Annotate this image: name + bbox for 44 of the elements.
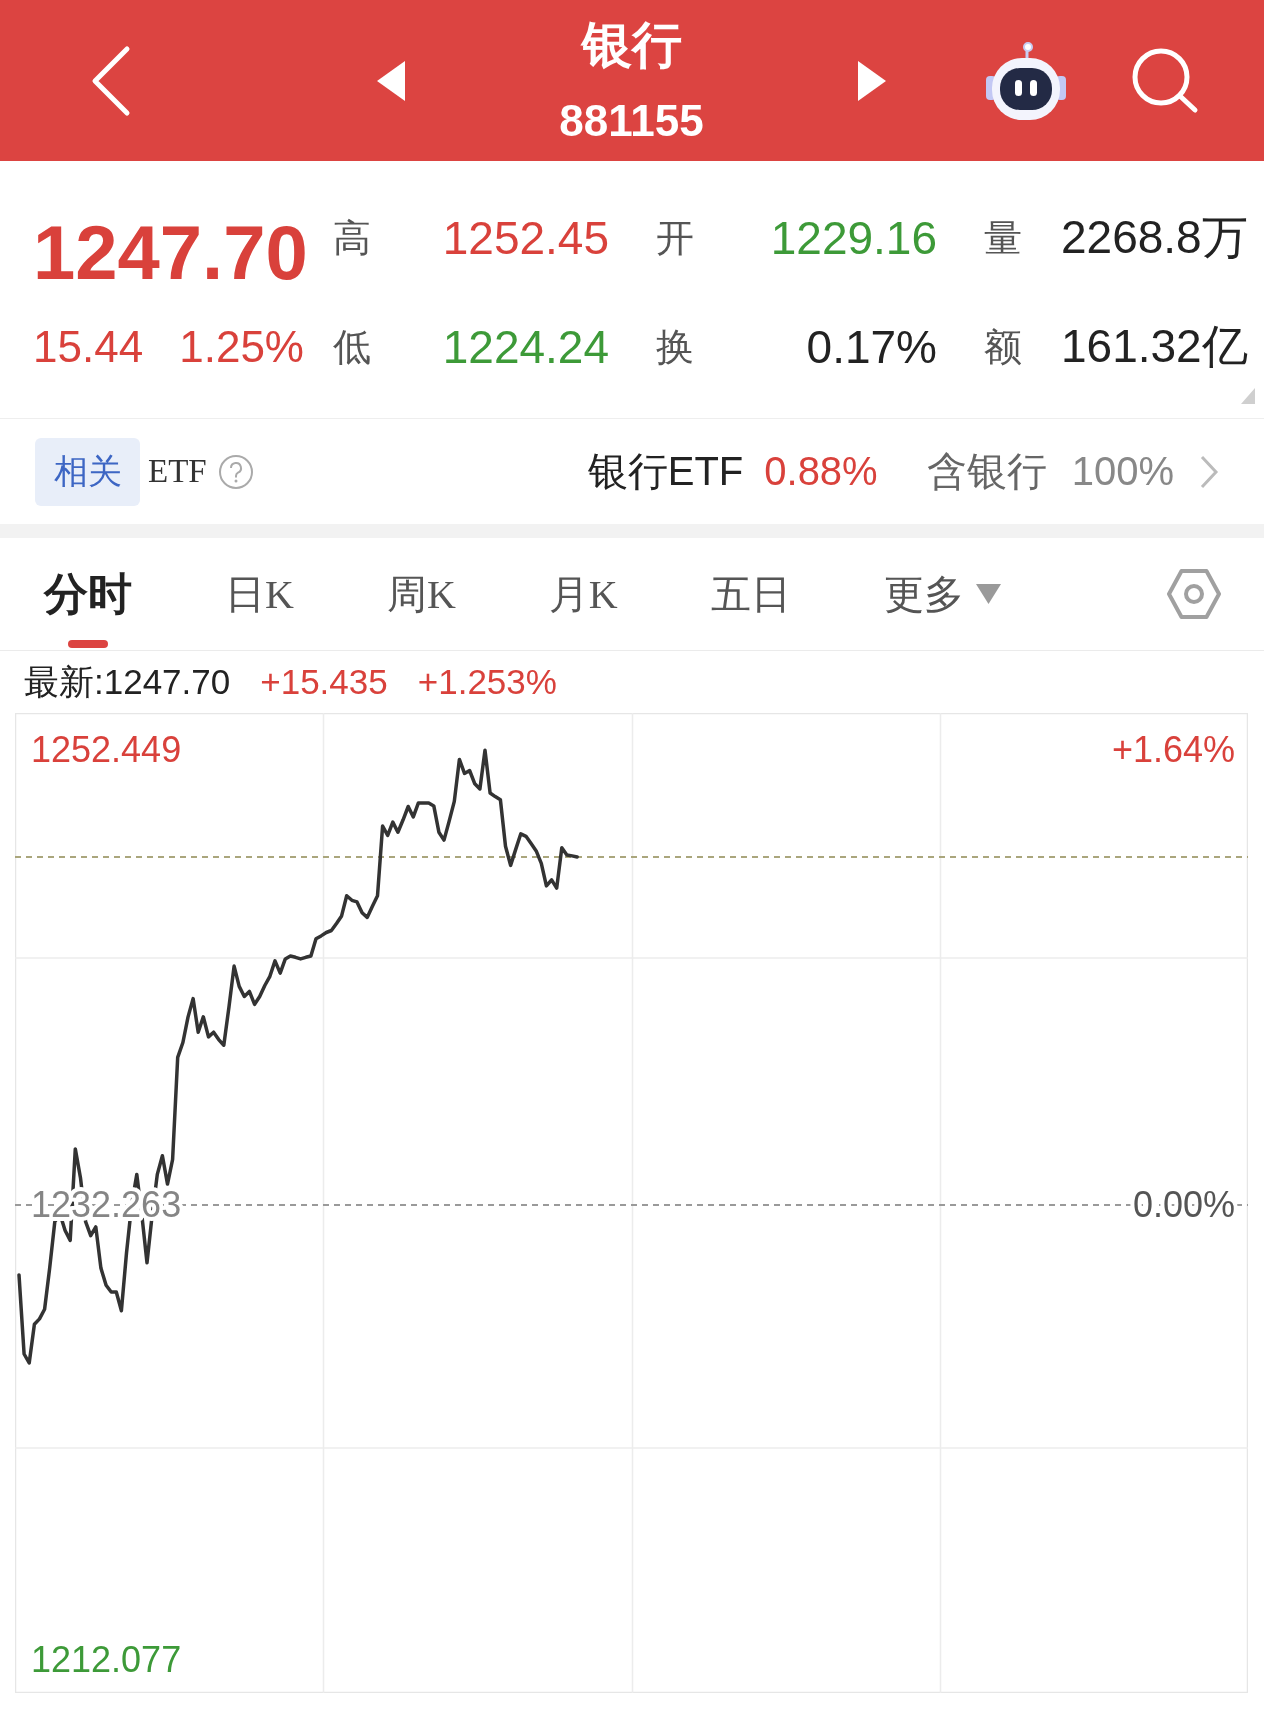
holding-label: 含银行 (926, 448, 1047, 495)
tab-underline (68, 640, 108, 648)
percent-axis-label: 0.00% (1132, 1184, 1235, 1226)
tab[interactable]: 更多 (883, 538, 1001, 650)
y-axis-label: 1252.449 (31, 729, 182, 771)
stat-value: 1224.24 (442, 320, 609, 374)
stat-label: 低 (333, 324, 371, 370)
percent-axis-label: +1.64% (1111, 729, 1235, 771)
tab[interactable]: 五日 (710, 538, 791, 650)
previous-arrow-icon[interactable] (377, 60, 405, 101)
help-icon[interactable] (217, 453, 254, 490)
legend-text: 最新:1247.70 (24, 660, 231, 703)
tab[interactable]: 月K (548, 538, 618, 650)
stat-label: 量 (984, 215, 1022, 261)
stat-value: 161.32亿 (1061, 319, 1248, 374)
corner-triangle-icon (1241, 388, 1255, 404)
robot-icon[interactable] (984, 39, 1068, 122)
related-tag: 相关 (35, 437, 140, 506)
change-value: 1.25% (179, 322, 304, 372)
stat-label: 高 (333, 215, 371, 261)
legend-text: +15.435 (260, 662, 388, 702)
last-price: 1247.70 (33, 215, 308, 291)
stat-label: 开 (656, 215, 694, 261)
settings-icon[interactable] (1167, 567, 1221, 621)
holding-value: 100% (1071, 449, 1174, 494)
legend-text: +1.253% (417, 662, 557, 702)
stock-code: 881155 (559, 95, 704, 146)
stat-label: 换 (656, 324, 694, 370)
etf-name: 银行ETF (587, 448, 744, 495)
next-arrow-icon[interactable] (858, 60, 886, 101)
stat-label: 额 (984, 324, 1022, 370)
stat-value: 2268.8万 (1061, 210, 1248, 265)
stock-name: 银行 (581, 15, 682, 74)
stat-value: 1252.45 (442, 211, 609, 265)
stat-value: 1229.16 (770, 211, 937, 265)
tab[interactable]: 分时 (44, 538, 132, 650)
back-icon[interactable] (91, 44, 131, 117)
stat-value: 0.17% (806, 320, 937, 374)
etf-label: ETF (148, 453, 207, 490)
change-value: 15.44 (33, 322, 144, 372)
etf-change: 0.88% (764, 449, 878, 494)
tab[interactable]: 周K (386, 538, 456, 650)
y-axis-label: 1212.077 (31, 1639, 182, 1681)
tab[interactable]: 日K (225, 538, 294, 650)
